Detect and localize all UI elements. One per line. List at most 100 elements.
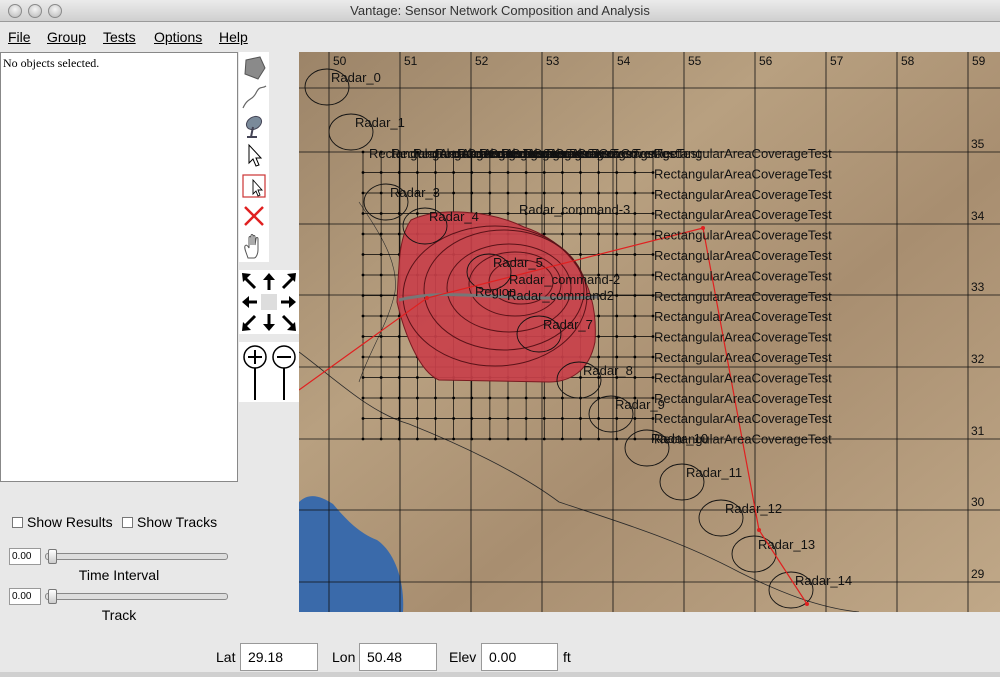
rectangle-select-icon[interactable]: [240, 172, 268, 200]
coverage-sample-point: [524, 191, 528, 195]
coverage-sample-point: [597, 171, 601, 174]
command-label: Radar_command-2: [509, 272, 620, 287]
time-interval-slider-thumb[interactable]: [48, 549, 57, 564]
menu-help[interactable]: Help: [219, 29, 248, 45]
coverage-sample-point: [579, 171, 582, 174]
coverage-sample-point: [361, 171, 365, 174]
coverage-sample-point: [615, 417, 619, 420]
longitude-tick-label: 52: [475, 54, 489, 68]
track-waypoint[interactable]: [805, 602, 809, 606]
radar-label: Radar_0: [331, 70, 381, 85]
coverage-sample-point: [615, 191, 619, 195]
coverage-sample-point: [452, 396, 456, 400]
menu-group[interactable]: Group: [47, 29, 86, 45]
coverage-sample-point: [452, 417, 456, 420]
coverage-sample-point: [379, 191, 383, 195]
coverage-test-label: RectangularAreaCoverageTest: [654, 248, 832, 263]
track-waypoint[interactable]: [425, 296, 429, 300]
coverage-sample-point: [397, 335, 401, 338]
coverage-sample-point: [415, 396, 419, 400]
radar-label: Radar_1: [355, 115, 405, 130]
coverage-sample-point: [542, 396, 546, 400]
zoom-out-icon[interactable]: [270, 344, 298, 400]
lon-field[interactable]: 50.48: [359, 643, 437, 671]
coverage-sample-point: [488, 191, 492, 195]
sensor-tool-icon[interactable]: [240, 112, 268, 140]
delete-x-icon[interactable]: [240, 202, 268, 230]
longitude-tick-label: 50: [333, 54, 347, 68]
coverage-sample-point: [470, 417, 474, 420]
menu-tests[interactable]: Tests: [103, 29, 136, 45]
elev-label: Elev: [449, 649, 477, 665]
coverage-sample-point: [379, 232, 383, 236]
lat-field[interactable]: 29.18: [240, 643, 318, 671]
coverage-sample-point: [579, 232, 582, 236]
coverage-sample-point: [361, 150, 365, 154]
coverage-sample-point: [379, 273, 383, 277]
coverage-sample-point: [633, 273, 637, 277]
show-tracks-option[interactable]: Show Tracks: [122, 514, 217, 530]
show-results-checkbox[interactable]: [12, 517, 23, 528]
coverage-sample-point: [633, 253, 637, 256]
window-title: Vantage: Sensor Network Composition and …: [350, 3, 650, 18]
coverage-sample-point: [361, 376, 365, 379]
coverage-test-label: RectangularAreaCoverageTest: [654, 289, 832, 304]
zoom-in-icon[interactable]: [241, 344, 269, 400]
coverage-sample-point: [379, 171, 383, 174]
latitude-tick-label: 33: [971, 280, 985, 294]
coverage-sample-point: [379, 396, 383, 400]
latitude-tick-label: 29: [971, 567, 985, 581]
coverage-sample-point: [488, 417, 492, 420]
latitude-tick-label: 34: [971, 209, 985, 223]
coverage-sample-point: [415, 212, 419, 215]
show-results-option[interactable]: Show Results: [12, 514, 113, 530]
coverage-sample-point: [597, 191, 601, 195]
coverage-sample-point: [597, 335, 601, 338]
title-bar: Vantage: Sensor Network Composition and …: [0, 0, 1000, 22]
coverage-sample-point: [452, 437, 456, 441]
track-waypoint[interactable]: [757, 528, 761, 532]
coverage-sample-point: [633, 355, 637, 359]
coverage-sample-point: [434, 417, 437, 420]
coverage-sample-point: [615, 232, 619, 236]
coverage-sample-point: [579, 253, 582, 256]
longitude-tick-label: 59: [972, 54, 986, 68]
coverage-test-label: RectangularAreaCoverageTest: [654, 166, 832, 181]
show-tracks-label: Show Tracks: [137, 514, 218, 530]
radar-label: Radar_13: [758, 537, 815, 552]
longitude-tick-label: 54: [617, 54, 631, 68]
coverage-test-label: RectangularAreaCoverageTest: [654, 370, 832, 385]
track-slider-track[interactable]: [45, 593, 228, 600]
coverage-sample-point: [506, 417, 510, 420]
polygon-tool-icon[interactable]: [240, 54, 268, 82]
time-interval-slider-track[interactable]: [45, 553, 228, 560]
pan-navigation-pad: [239, 270, 299, 334]
coverage-sample-point: [560, 417, 564, 420]
radar-label: Radar_8: [583, 363, 633, 378]
coverage-sample-point: [397, 171, 401, 174]
path-tool-icon[interactable]: [240, 83, 268, 111]
selection-status-text: No objects selected.: [3, 56, 100, 70]
show-tracks-checkbox[interactable]: [122, 517, 133, 528]
coverage-test-label: RectangularAreaCoverageTest: [654, 187, 832, 202]
coverage-sample-point: [542, 437, 546, 441]
time-interval-value[interactable]: 0.00: [9, 548, 41, 565]
menu-options[interactable]: Options: [154, 29, 202, 45]
dock-strip: [0, 672, 1000, 677]
lat-label: Lat: [216, 649, 236, 665]
select-arrow-icon[interactable]: [240, 141, 268, 169]
time-interval-label: Time Interval: [78, 567, 160, 583]
map-canvas[interactable]: 50 51 52 53 54 55 56 57 58 59 35 34 33 32 31 30 29 Radar…: [299, 52, 1000, 612]
track-value[interactable]: 0.00: [9, 588, 41, 605]
coverage-sample-point: [633, 376, 637, 379]
coverage-sample-point: [506, 191, 510, 195]
track-slider-thumb[interactable]: [48, 589, 57, 604]
pan-hand-icon[interactable]: [240, 232, 268, 260]
menu-file[interactable]: File: [8, 29, 31, 45]
elev-field[interactable]: 0.00: [481, 643, 558, 671]
radar-label: Radar_7: [543, 317, 593, 332]
coverage-sample-point: [542, 171, 546, 174]
coverage-test-label: RectangularAreaCoverageTest: [654, 309, 832, 324]
zoom-controls: [239, 342, 299, 402]
coverage-sample-point: [633, 437, 637, 441]
